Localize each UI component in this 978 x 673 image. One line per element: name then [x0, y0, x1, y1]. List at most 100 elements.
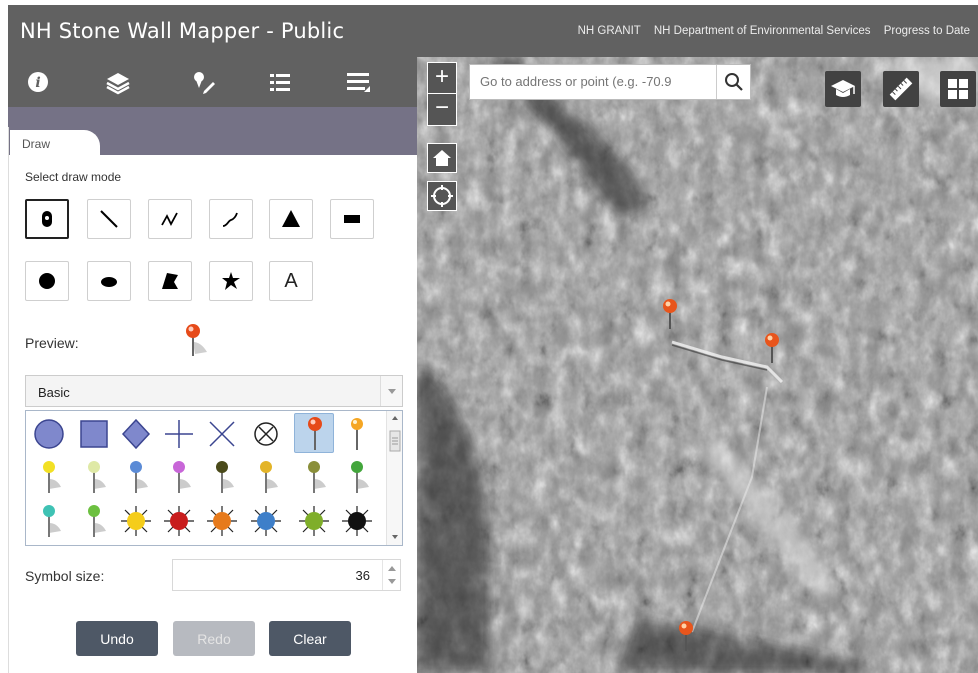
point-icon [42, 211, 52, 227]
symbol-sun-yellow[interactable] [116, 501, 156, 541]
mode-ellipse-button[interactable] [87, 261, 131, 301]
map-pushpin-marker[interactable] [677, 619, 699, 653]
tab-draw-label: Draw [22, 137, 51, 151]
palette-scrollbar[interactable] [386, 411, 402, 545]
measure-button[interactable] [883, 71, 919, 107]
circle-icon [39, 273, 55, 289]
mode-triangle-button[interactable] [269, 199, 313, 239]
svg-text:i: i [35, 75, 40, 91]
symbol-pushpin-orange[interactable] [337, 414, 377, 454]
undo-button[interactable]: Undo [76, 621, 158, 656]
mode-polyline-button[interactable] [148, 199, 192, 239]
size-spinner[interactable] [382, 560, 400, 590]
locate-icon [431, 185, 453, 207]
map-view[interactable]: + − [417, 57, 978, 673]
polygon-icon [162, 273, 178, 289]
symbol-cross[interactable] [159, 414, 199, 454]
tab-strip: Draw [9, 127, 418, 155]
link-progress[interactable]: Progress to Date [884, 25, 970, 37]
tab-draw[interactable]: Draw [10, 130, 100, 155]
mode-freehand-line-button[interactable] [209, 199, 253, 239]
symbol-pushpin-lightgreen[interactable] [74, 457, 114, 497]
ruler-icon [889, 77, 913, 101]
app-title: NH Stone Wall Mapper - Public [20, 19, 345, 43]
symbol-sun-blue[interactable] [246, 501, 286, 541]
symbol-pushpin-blue[interactable] [116, 457, 156, 497]
symbol-size-label: Symbol size: [25, 568, 105, 584]
app-header: NH Stone Wall Mapper - Public NH GRANIT … [8, 5, 978, 57]
locate-button[interactable] [427, 181, 457, 211]
info-icon[interactable]: i [22, 66, 54, 98]
symbol-sun-orange[interactable] [202, 501, 242, 541]
mode-freehand-polygon-button[interactable] [209, 261, 253, 301]
symbol-pushpin-green[interactable] [337, 457, 377, 497]
basemap-gallery-button[interactable] [940, 71, 976, 107]
graduation-cap-icon [831, 80, 855, 97]
search-widget [469, 64, 751, 100]
symbol-square[interactable] [74, 414, 114, 454]
symbol-x[interactable] [202, 414, 242, 454]
symbol-circle[interactable] [29, 414, 69, 454]
draw-panel: Draw Select draw mode A Preview: Basic S… [8, 127, 418, 673]
preview-pushpin-icon [186, 324, 207, 356]
map-pushpin-marker[interactable] [661, 297, 683, 331]
line-icon [100, 210, 118, 228]
chevron-down-icon[interactable] [380, 376, 402, 406]
mode-polygon-button[interactable] [148, 261, 192, 301]
header-links: NH GRANIT NH Department of Environmental… [568, 25, 970, 37]
draw-icon[interactable] [186, 66, 218, 98]
select-mode-label: Select draw mode [25, 170, 122, 184]
home-icon [433, 150, 451, 166]
symbol-pushpin-yellow[interactable] [29, 457, 69, 497]
symbol-pushpin-lime[interactable] [74, 501, 114, 541]
map-pushpin-marker[interactable] [763, 331, 785, 365]
polyline-icon [161, 212, 178, 226]
grid-icon [948, 79, 968, 99]
symbol-size-value: 36 [355, 568, 370, 583]
rectangle-icon [344, 215, 360, 223]
symbol-set-select[interactable]: Basic [25, 375, 403, 407]
symbol-sun-green[interactable] [294, 501, 334, 541]
search-input[interactable] [480, 74, 710, 89]
mode-line-button[interactable] [87, 199, 131, 239]
symbol-set-value: Basic [38, 385, 70, 400]
freehand-line-icon [222, 212, 238, 227]
symbol-pushpin-darkgreen[interactable] [202, 457, 242, 497]
menu-icon[interactable] [342, 66, 374, 98]
zoom-control: + − [427, 62, 457, 126]
symbol-pushpin-gold[interactable] [246, 457, 286, 497]
mode-text-button[interactable]: A [269, 261, 313, 301]
symbol-size-input[interactable]: 36 [172, 559, 401, 591]
legend-icon[interactable] [264, 66, 296, 98]
symbol-circle-x[interactable] [246, 414, 286, 454]
mode-circle-button[interactable] [25, 261, 69, 301]
layers-icon[interactable] [102, 66, 134, 98]
symbol-pushpin-purple[interactable] [159, 457, 199, 497]
mode-rectangle-button[interactable] [330, 199, 374, 239]
symbol-sun-black[interactable] [337, 501, 377, 541]
widget-toolbar: i [8, 57, 417, 107]
zoom-out-button[interactable]: − [428, 94, 456, 125]
link-nh-des[interactable]: NH Department of Environmental Services [654, 25, 871, 37]
home-button[interactable] [427, 143, 457, 173]
symbol-pushpin-red[interactable] [294, 413, 334, 453]
symbol-pushpin-olive[interactable] [294, 457, 334, 497]
symbol-sun-red[interactable] [159, 501, 199, 541]
link-nh-granit[interactable]: NH GRANIT [578, 25, 641, 37]
triangle-icon [282, 210, 300, 227]
clear-button[interactable]: Clear [269, 621, 351, 656]
ellipse-icon [101, 277, 117, 287]
preview-label: Preview: [25, 335, 79, 351]
search-icon [725, 73, 743, 91]
redo-button[interactable]: Redo [173, 621, 255, 656]
zoom-in-button[interactable]: + [428, 63, 456, 94]
tutorial-button[interactable] [825, 71, 861, 107]
symbol-pushpin-cyan[interactable] [29, 501, 69, 541]
mode-point-button[interactable] [25, 199, 69, 239]
freehand-polygon-icon [222, 272, 240, 290]
hillshade-terrain [417, 57, 978, 673]
panel-header-bar [8, 107, 417, 127]
symbol-diamond[interactable] [116, 414, 156, 454]
text-mode-icon: A [284, 269, 298, 292]
search-button[interactable] [716, 65, 750, 99]
